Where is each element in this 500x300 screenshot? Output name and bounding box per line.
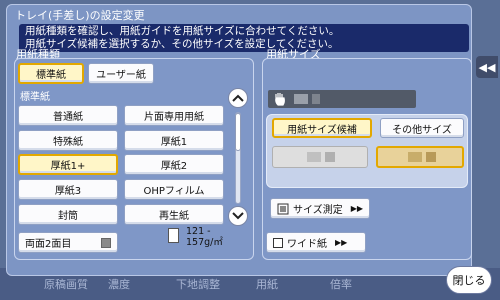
paper-envelope[interactable]: 封筒 (18, 204, 118, 225)
size-indicator-block (294, 94, 308, 104)
scrollbar-track[interactable] (235, 112, 241, 204)
tab-standard-paper[interactable]: 標準紙 (18, 63, 84, 84)
tab-other-size[interactable]: その他サイズ (380, 118, 464, 138)
measure-icon (277, 203, 289, 214)
size-measure-label: サイズ測定 (293, 205, 343, 216)
wide-paper-label: ワイド紙 (287, 239, 327, 250)
instruction-box: 用紙種類を確認し、用紙ガイドを用紙サイズに合わせてください。 用紙サイズ候補を選… (19, 24, 469, 52)
scrollbar-thumb[interactable] (235, 113, 241, 151)
standard-paper-sublabel: 標準紙 (20, 92, 50, 103)
paper-weight-text: 121 - 157g/㎡ (186, 226, 223, 248)
size-indicator-block (408, 152, 422, 162)
checkbox-icon (273, 237, 283, 248)
instruction-line-2: 用紙サイズ候補を選択するか、その他サイズを設定してください。 (25, 38, 339, 50)
size-candidate-2-button[interactable] (376, 146, 464, 168)
paper-thick2[interactable]: 厚紙2 (124, 154, 224, 175)
tab-user-paper[interactable]: ユーザー紙 (88, 63, 154, 84)
scroll-up-button[interactable] (228, 88, 248, 108)
double-chevron-left-icon: ◀◀ (478, 60, 496, 74)
wide-paper-button[interactable]: ワイド紙 ▶▶ (266, 232, 366, 253)
checkbox-icon (101, 237, 111, 248)
scroll-down-button[interactable] (228, 206, 248, 226)
paper-plain[interactable]: 普通紙 (18, 105, 118, 126)
paper-recycled[interactable]: 再生紙 (124, 204, 224, 225)
collapse-panel-button[interactable]: ◀◀ (476, 56, 498, 78)
bg-tab-zoom: 倍率 (330, 278, 352, 291)
size-display-bar (268, 90, 416, 108)
chevron-down-icon (232, 212, 244, 220)
chevron-up-icon (232, 94, 244, 102)
size-indicator-block (325, 152, 335, 162)
hand-icon (275, 93, 285, 106)
dialog-title: トレイ(手差し)の設定変更 (15, 9, 145, 22)
size-measure-button[interactable]: サイズ測定 ▶▶ (270, 198, 370, 219)
size-indicator-block (307, 152, 321, 162)
bg-tab-paper: 用紙 (256, 278, 278, 291)
size-candidate-1-button[interactable] (272, 146, 368, 168)
bg-tab-background: 下地調整 (176, 278, 220, 291)
bg-tab-density: 濃度 (108, 278, 130, 291)
duplex-label: 両面2面目 (25, 239, 72, 250)
close-button[interactable]: 閉じる (446, 266, 492, 294)
bg-tab-image-quality: 原稿画質 (44, 278, 88, 291)
instruction-line-1: 用紙種類を確認し、用紙ガイドを用紙サイズに合わせてください。 (25, 25, 340, 37)
paper-single-sided[interactable]: 片面専用用紙 (124, 105, 224, 126)
double-chevron-right-icon: ▶▶ (350, 204, 364, 213)
paper-thick1[interactable]: 厚紙1 (124, 130, 224, 151)
paper-thick1-plus[interactable]: 厚紙1+ (18, 154, 118, 175)
size-indicator-block (312, 94, 320, 104)
size-indicator-block (426, 152, 436, 162)
paper-sheet-icon (168, 228, 179, 243)
double-chevron-right-icon: ▶▶ (335, 238, 348, 247)
duplex-second-side-button[interactable]: 両面2面目 (18, 232, 118, 253)
tab-size-candidates[interactable]: 用紙サイズ候補 (272, 118, 372, 138)
paper-special[interactable]: 特殊紙 (18, 130, 118, 151)
paper-ohp-film[interactable]: OHPフィルム (124, 179, 224, 200)
paper-thick3[interactable]: 厚紙3 (18, 179, 118, 200)
